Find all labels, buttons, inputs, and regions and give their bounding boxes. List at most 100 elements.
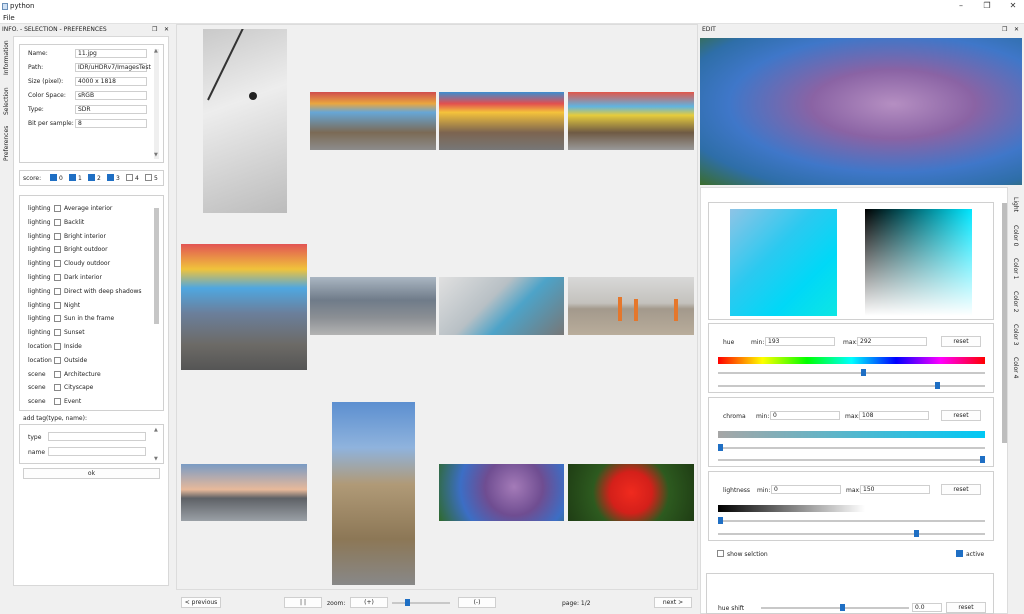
float-icon[interactable]: ❐ xyxy=(152,25,157,35)
image-thumbnail[interactable] xyxy=(181,244,307,370)
zoom-out-button[interactable]: (-) xyxy=(458,597,496,608)
hue-min-input[interactable]: 193 xyxy=(765,337,835,346)
score-checkbox[interactable] xyxy=(69,174,76,181)
tag-checkbox[interactable] xyxy=(54,301,61,309)
close-icon[interactable]: ✕ xyxy=(1014,25,1019,35)
score-checkbox[interactable] xyxy=(50,174,57,181)
tag-checkbox[interactable] xyxy=(54,260,61,268)
type-input[interactable] xyxy=(48,432,146,441)
tab-color-4[interactable]: Color 4 xyxy=(1012,357,1019,378)
score-checkbox[interactable] xyxy=(145,174,152,181)
lightness-max-handle[interactable] xyxy=(914,530,919,537)
maximize-icon[interactable]: ❐ xyxy=(981,1,993,11)
tag-name: Event xyxy=(64,398,82,406)
image-thumbnail[interactable] xyxy=(181,464,307,521)
color-preview-panel xyxy=(708,202,994,320)
chroma-max-handle[interactable] xyxy=(980,456,985,463)
tag-checkbox[interactable] xyxy=(54,329,61,337)
hue-max-input[interactable]: 292 xyxy=(857,337,927,346)
show-selection-checkbox[interactable] xyxy=(717,550,724,557)
lightness-min-slider[interactable] xyxy=(718,520,985,522)
lightness-max-slider[interactable] xyxy=(718,533,985,535)
tag-type: lighting xyxy=(28,329,51,337)
score-checkbox[interactable] xyxy=(126,174,133,181)
previous-button[interactable]: < previous xyxy=(181,597,221,608)
image-thumbnail[interactable] xyxy=(439,277,564,335)
image-thumbnail[interactable] xyxy=(203,29,287,213)
tag-checkbox[interactable] xyxy=(54,356,61,364)
tab-light[interactable]: Light xyxy=(1012,197,1019,212)
chroma-reset-button[interactable]: reset xyxy=(941,410,981,421)
info-label: Path: xyxy=(28,64,44,71)
image-thumbnail[interactable] xyxy=(568,277,694,335)
hue-shift-input[interactable]: 0.0 xyxy=(912,603,942,612)
chroma-min-input[interactable]: 0 xyxy=(770,411,840,420)
tag-checkbox[interactable] xyxy=(54,398,61,406)
chroma-min-slider[interactable] xyxy=(718,447,985,449)
tag-checkbox[interactable] xyxy=(54,232,61,240)
tag-checkbox[interactable] xyxy=(54,384,61,392)
tab-color-3[interactable]: Color 3 xyxy=(1012,324,1019,345)
next-button[interactable]: next > xyxy=(654,597,692,608)
image-thumbnail[interactable] xyxy=(332,402,415,585)
tag-checkbox[interactable] xyxy=(54,315,61,323)
image-thumbnail[interactable] xyxy=(310,92,436,150)
pause-button[interactable]: | | xyxy=(284,597,322,608)
lightness-min-handle[interactable] xyxy=(718,517,723,524)
lightness-min-input[interactable]: 0 xyxy=(771,485,841,494)
minimize-icon[interactable]: – xyxy=(955,1,967,11)
score-checkbox[interactable] xyxy=(107,174,114,181)
tag-checkbox[interactable] xyxy=(54,246,61,254)
chroma-min-handle[interactable] xyxy=(718,444,723,451)
image-thumbnail[interactable] xyxy=(568,92,694,150)
tag-checkbox[interactable] xyxy=(54,205,61,212)
hue-min-slider[interactable] xyxy=(718,372,985,374)
chroma-max-input[interactable]: 108 xyxy=(859,411,929,420)
hue-shift-slider[interactable] xyxy=(761,607,909,609)
zoom-in-button[interactable]: (+) xyxy=(350,597,388,608)
zoom-slider-handle[interactable] xyxy=(404,599,410,606)
zoom-slider[interactable] xyxy=(392,602,450,604)
active-checkbox[interactable] xyxy=(956,550,963,557)
chroma-label: chroma xyxy=(723,413,746,420)
image-thumbnail[interactable] xyxy=(439,464,564,521)
lightness-max-label: max: xyxy=(846,487,862,494)
image-thumbnail[interactable] xyxy=(310,277,436,335)
float-icon[interactable]: ❐ xyxy=(1002,25,1007,35)
lightness-min-label: min: xyxy=(757,487,771,494)
tag-checkbox[interactable] xyxy=(54,370,61,378)
image-thumbnail[interactable] xyxy=(439,92,564,150)
close-icon[interactable]: ✕ xyxy=(164,25,169,35)
name-input[interactable] xyxy=(48,447,146,456)
hue-reset-button[interactable]: reset xyxy=(941,336,981,347)
chroma-max-slider[interactable] xyxy=(718,459,985,461)
tag-checkbox[interactable] xyxy=(54,274,61,281)
tab-preferences[interactable]: Preferences xyxy=(3,125,10,161)
tab-color-2[interactable]: Color 2 xyxy=(1012,291,1019,312)
tag-type: scene xyxy=(28,384,46,392)
hue-shift-reset-button[interactable]: reset xyxy=(946,602,986,613)
hue-min-handle[interactable] xyxy=(861,369,867,376)
hue-shift-handle[interactable] xyxy=(840,604,845,611)
close-icon[interactable]: ✕ xyxy=(1007,1,1019,11)
hue-max-slider[interactable] xyxy=(718,385,985,387)
tab-selection[interactable]: Selection xyxy=(3,87,10,115)
tag-checkbox[interactable] xyxy=(54,287,61,295)
hue-max-handle[interactable] xyxy=(934,382,940,389)
lightness-reset-button[interactable]: reset xyxy=(941,484,981,495)
tab-color-0[interactable]: Color 0 xyxy=(1012,225,1019,246)
tag-checkbox[interactable] xyxy=(54,218,61,226)
type-label: type xyxy=(28,434,42,441)
zoom-label: zoom: xyxy=(327,600,346,607)
hue-max-label: max: xyxy=(843,339,859,346)
tag-checkbox[interactable] xyxy=(54,343,61,350)
image-thumbnail[interactable] xyxy=(568,464,694,521)
tab-color-1[interactable]: Color 1 xyxy=(1012,258,1019,279)
lightness-max-input[interactable]: 150 xyxy=(860,485,930,494)
menu-file[interactable]: File xyxy=(3,14,15,22)
tags-scrollbar[interactable] xyxy=(154,208,159,324)
tab-information[interactable]: Information xyxy=(3,40,10,75)
ok-button[interactable]: ok xyxy=(23,468,160,479)
score-checkbox[interactable] xyxy=(88,174,95,181)
edit-scrollbar[interactable] xyxy=(1002,203,1007,443)
